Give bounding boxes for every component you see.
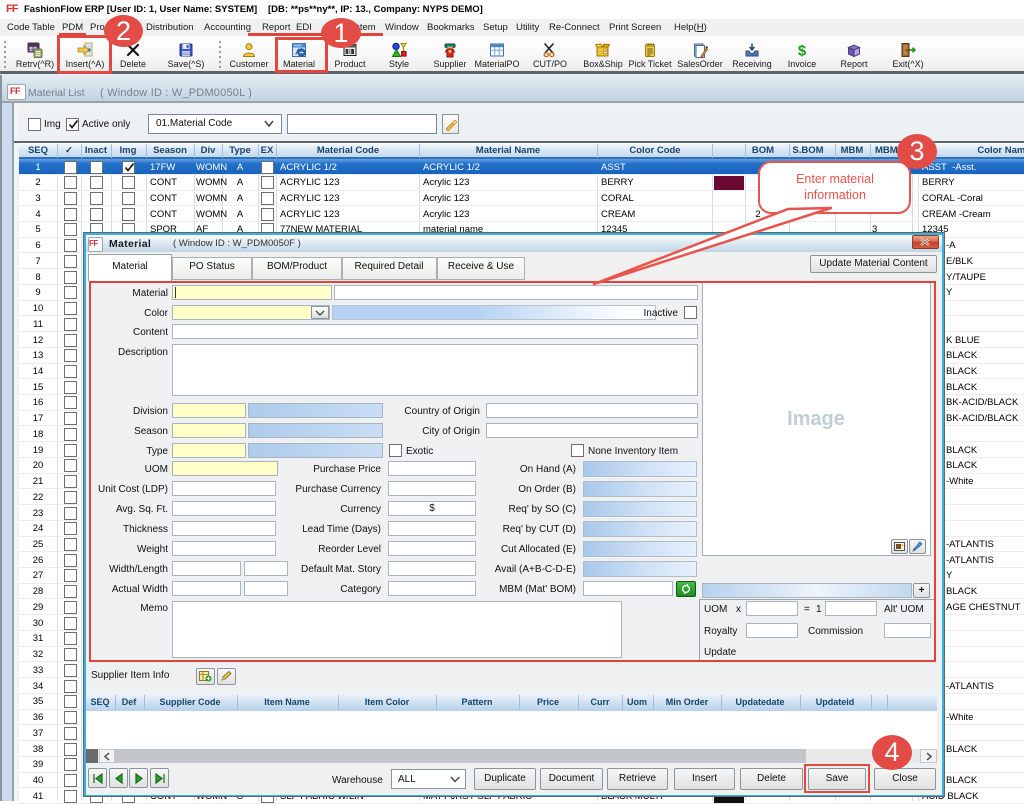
svg-text:$: $ <box>798 43 807 59</box>
